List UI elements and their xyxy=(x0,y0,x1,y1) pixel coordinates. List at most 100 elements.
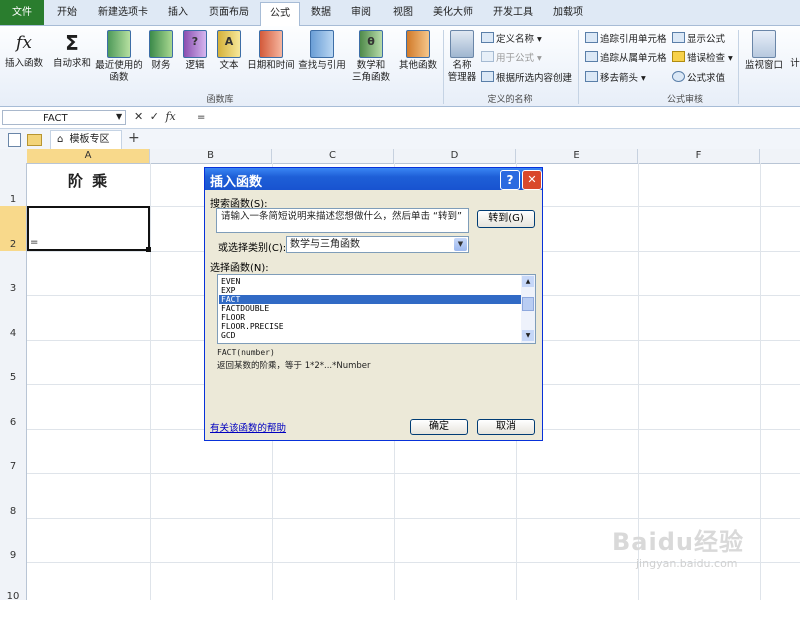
show-formulas-button[interactable]: 显示公式 xyxy=(672,32,725,46)
fill-handle[interactable] xyxy=(146,247,151,252)
insert-function-button[interactable]: fx 插入函数 xyxy=(2,28,46,70)
function-description: 返回某数的阶乘，等于 1*2*...*Number xyxy=(217,361,371,371)
tab-beauty[interactable]: 美化大师 xyxy=(428,0,478,25)
list-item[interactable]: GCD xyxy=(219,331,521,340)
math-trig-button[interactable]: θ 数学和 三角函数 xyxy=(349,28,393,84)
name-manager-icon xyxy=(450,30,474,58)
watermark-logo: Baidu经验 xyxy=(612,528,744,556)
close-icon[interactable]: ✕ xyxy=(522,170,542,190)
column-header-b[interactable]: B xyxy=(150,149,272,163)
remove-arrow-icon xyxy=(585,71,598,82)
search-input[interactable]: 请输入一条简短说明来描述您想做什么，然后单击 “转到” xyxy=(216,208,469,233)
cell-a2-selection[interactable]: = xyxy=(27,206,150,251)
new-document-icon[interactable] xyxy=(8,133,21,147)
home-icon: ⌂ xyxy=(57,134,64,145)
tab-home[interactable]: 开始 xyxy=(52,0,82,25)
formula-bar-buttons: ✕ ✓ fx xyxy=(134,110,176,126)
scroll-thumb[interactable] xyxy=(522,297,534,311)
watermark-url: jingyan.baidu.com xyxy=(636,557,738,570)
row-header-7[interactable]: 7 xyxy=(0,429,27,473)
group-label-names: 定义的名称 xyxy=(487,95,533,105)
calculation-button[interactable]: 计 xyxy=(790,58,800,70)
row-header-5[interactable]: 5 xyxy=(0,340,27,384)
tab-developer[interactable]: 开发工具 xyxy=(488,0,538,25)
tab-view[interactable]: 视图 xyxy=(388,0,418,25)
remove-arrows-button[interactable]: 移去箭头 ▾ xyxy=(585,71,646,85)
list-item[interactable]: EXP xyxy=(219,286,521,295)
use-in-formula-button[interactable]: 用于公式 ▾ xyxy=(481,51,542,65)
list-item[interactable]: FLOOR xyxy=(219,313,521,322)
cancel-entry-icon[interactable]: ✕ xyxy=(134,110,143,123)
tab-formulas[interactable]: 公式 xyxy=(260,2,300,28)
magnifier-book-icon xyxy=(310,30,334,58)
binoculars-icon xyxy=(752,30,776,58)
cell-a1[interactable]: 阶 乘 xyxy=(27,170,150,191)
define-name-button[interactable]: 定义名称 ▾ xyxy=(481,32,542,46)
column-header-d[interactable]: D xyxy=(394,149,516,163)
dialog-title-bar[interactable]: 插入函数 ? ✕ xyxy=(205,168,542,190)
calendar-book-icon xyxy=(259,30,283,58)
confirm-entry-icon[interactable]: ✓ xyxy=(150,110,159,123)
listbox-scrollbar[interactable]: ▲ ▼ xyxy=(521,275,535,343)
autosum-button[interactable]: Σ 自动求和 xyxy=(50,28,94,70)
row-header-9[interactable]: 9 xyxy=(0,518,27,562)
formula-input[interactable]: = xyxy=(193,110,797,125)
list-item[interactable]: FACTDOUBLE xyxy=(219,304,521,313)
cancel-button[interactable]: 取消 xyxy=(477,419,535,435)
add-tab-button[interactable]: + xyxy=(128,130,140,147)
tab-addins[interactable]: 加载项 xyxy=(548,0,588,25)
arrow-trace-icon xyxy=(585,32,598,43)
watch-window-button[interactable]: 监视窗口 xyxy=(742,28,786,72)
folder-icon[interactable] xyxy=(27,134,42,146)
fx-icon[interactable]: fx xyxy=(165,110,175,123)
ribbon-separator xyxy=(443,30,444,104)
tab-insert[interactable]: 插入 xyxy=(160,0,196,25)
group-label-audit: 公式审核 xyxy=(666,95,703,105)
row-header-3[interactable]: 3 xyxy=(0,251,27,295)
column-header-c[interactable]: C xyxy=(272,149,394,163)
list-item[interactable]: EVEN xyxy=(219,277,521,286)
go-button[interactable]: 转到(G) xyxy=(477,210,535,228)
row-header-8[interactable]: 8 xyxy=(0,473,27,518)
name-box[interactable]: FACT xyxy=(2,110,126,125)
tab-page-layout[interactable]: 页面布局 xyxy=(204,0,254,25)
list-item[interactable]: FLOOR.PRECISE xyxy=(219,322,521,331)
template-tab[interactable]: ⌂ 模板专区 xyxy=(50,130,122,150)
tab-new[interactable]: 新建选项卡 xyxy=(93,0,153,25)
datetime-button[interactable]: 日期和时间 xyxy=(246,28,296,72)
tab-file[interactable]: 文件 xyxy=(0,0,44,25)
recent-functions-button[interactable]: 最近使用的 函数 xyxy=(94,28,144,84)
trace-dependents-button[interactable]: 追踪从属单元格 xyxy=(585,51,667,65)
function-signature: FACT(number) xyxy=(217,348,275,357)
row-header-1[interactable]: 1 xyxy=(0,163,27,206)
name-manager-button[interactable]: 名称 管理器 xyxy=(446,28,478,84)
logical-button[interactable]: ? 逻辑 xyxy=(180,28,210,72)
column-header-f[interactable]: F xyxy=(638,149,760,163)
row-header-4[interactable]: 4 xyxy=(0,295,27,340)
create-from-selection-button[interactable]: 根据所选内容创建 xyxy=(481,71,572,85)
column-header-a[interactable]: A xyxy=(27,149,150,163)
ok-button[interactable]: 确定 xyxy=(410,419,468,435)
scroll-up-icon[interactable]: ▲ xyxy=(522,276,534,287)
select-all-corner[interactable] xyxy=(0,149,28,163)
other-functions-button[interactable]: 其他函数 xyxy=(395,28,441,72)
row-header-10[interactable]: 10 xyxy=(0,562,27,602)
error-check-button[interactable]: 错误检查 ▾ xyxy=(672,51,733,65)
column-header-e[interactable]: E xyxy=(516,149,638,163)
evaluate-formula-button[interactable]: 公式求值 xyxy=(672,71,725,85)
chevron-down-icon[interactable]: ▼ xyxy=(454,238,467,251)
row-header-6[interactable]: 6 xyxy=(0,384,27,429)
scroll-down-icon[interactable]: ▼ xyxy=(522,330,534,341)
category-select[interactable]: 数学与三角函数 ▼ xyxy=(286,236,469,253)
list-item-selected[interactable]: FACT xyxy=(219,295,521,304)
help-icon[interactable]: ? xyxy=(500,170,520,190)
function-help-link[interactable]: 有关该函数的帮助 xyxy=(210,420,286,434)
row-header-2[interactable]: 2 xyxy=(0,206,27,251)
name-box-dropdown-icon[interactable]: ▼ xyxy=(116,112,122,121)
trace-precedents-button[interactable]: 追踪引用单元格 xyxy=(585,32,667,46)
tab-review[interactable]: 审阅 xyxy=(346,0,376,25)
lookup-button[interactable]: 查找与引用 xyxy=(297,28,347,72)
financial-button[interactable]: 财务 xyxy=(146,28,176,72)
tab-data[interactable]: 数据 xyxy=(306,0,336,25)
text-button[interactable]: A 文本 xyxy=(214,28,244,72)
